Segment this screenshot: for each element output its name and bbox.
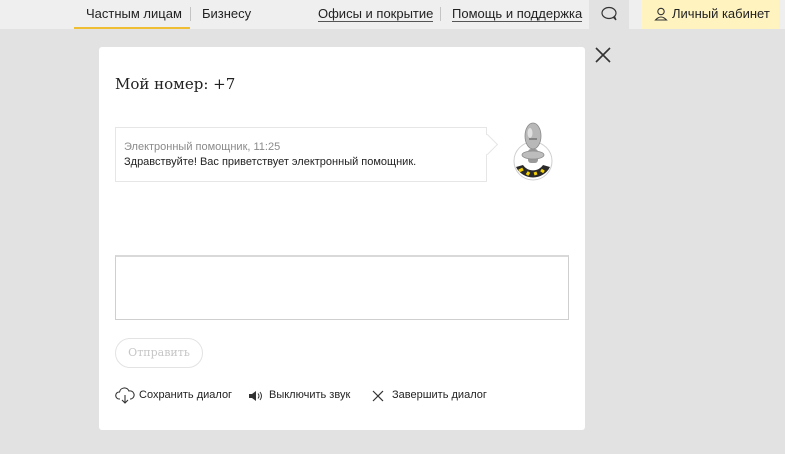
- close-icon: [595, 47, 611, 63]
- user-icon: [654, 7, 668, 21]
- send-button[interactable]: Отправить: [115, 338, 203, 368]
- personal-cabinet-button[interactable]: Личный кабинет: [641, 0, 779, 29]
- dialog-title: Мой номер: +7: [115, 75, 236, 93]
- nav-separator: [440, 7, 441, 21]
- chat-button[interactable]: [589, 0, 629, 29]
- nav-offices-coverage[interactable]: Офисы и покрытие: [318, 0, 434, 29]
- cloud-download-icon: [115, 387, 135, 404]
- nav-offices-label: Офисы и покрытие: [318, 6, 434, 22]
- chat-dialog: Мой номер: +7 Электронный помощник, 11:2…: [99, 47, 585, 430]
- speaker-icon: [249, 391, 262, 401]
- nav-business-label: Бизнесу: [202, 6, 252, 21]
- mute-sound-label: Выключить звук: [269, 389, 351, 401]
- nav-help-support[interactable]: Помощь и поддержка: [452, 0, 583, 29]
- message-text: Здравствуйте! Вас приветствует электронн…: [124, 156, 417, 168]
- close-small-icon: [372, 390, 384, 402]
- robot-avatar: [513, 122, 553, 181]
- nav-private-label: Частным лицам: [86, 6, 182, 21]
- save-dialog-label: Сохранить диалог: [139, 389, 233, 401]
- message-input[interactable]: [115, 255, 569, 320]
- nav-help-label: Помощь и поддержка: [452, 6, 583, 22]
- chat-icon: [601, 6, 617, 21]
- message-sender-time: Электронный помощник, 11:25: [124, 141, 281, 153]
- top-navigation: Частным лицам Бизнесу Офисы и покрытие П…: [0, 0, 785, 29]
- personal-cabinet-label: Личный кабинет: [672, 6, 770, 21]
- nav-separator: [190, 7, 191, 21]
- nav-business[interactable]: Бизнесу: [202, 0, 251, 29]
- close-chat-button[interactable]: [592, 44, 614, 66]
- assistant-message: Электронный помощник, 11:25 Здравствуйте…: [115, 127, 487, 182]
- nav-private-customers[interactable]: Частным лицам: [74, 0, 190, 29]
- end-dialog-label: Завершить диалог: [392, 389, 487, 401]
